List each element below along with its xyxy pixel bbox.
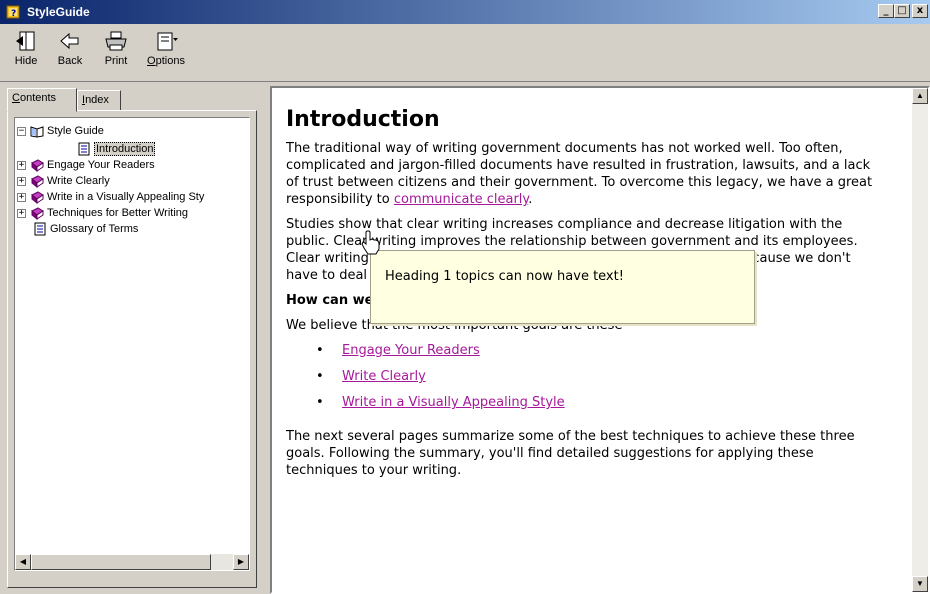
open-book-icon (30, 124, 44, 138)
scroll-left-icon[interactable]: ◀ (15, 554, 31, 570)
hide-icon (16, 31, 35, 51)
tree-item-glossary[interactable]: Glossary of Terms (33, 222, 138, 236)
expand-icon[interactable]: + (17, 208, 26, 218)
list-item: • Write Clearly (286, 368, 886, 394)
expand-icon[interactable]: + (17, 160, 26, 170)
visually-appealing-link[interactable]: Write in a Visually Appealing Style (342, 395, 565, 410)
back-arrow-icon (60, 32, 79, 50)
page-icon (33, 222, 47, 236)
closed-book-icon (30, 174, 44, 189)
options-label: ptions (155, 55, 185, 67)
popup-tooltip: Heading 1 topics can now have text! (370, 250, 755, 324)
horizontal-scrollbar[interactable]: ◀ ▶ (15, 554, 249, 570)
expand-icon[interactable]: + (17, 176, 26, 186)
paragraph-1: The traditional way of writing governmen… (286, 141, 873, 207)
back-button[interactable]: Back (48, 30, 92, 67)
vertical-scrollbar[interactable]: ▲ ▼ (912, 88, 928, 592)
window-title: StyleGuide (27, 5, 90, 19)
contents-tree: − Style Guide Introduction + Engage Your… (14, 117, 250, 571)
print-button[interactable]: Print (94, 30, 138, 67)
tree-item-visually-appealing[interactable]: + Write in a Visually Appealing Sty (17, 190, 204, 205)
tree-item-engage[interactable]: + Engage Your Readers (17, 158, 155, 173)
write-clearly-link[interactable]: Write Clearly (342, 369, 426, 384)
options-button[interactable]: Options (144, 30, 188, 67)
hide-button[interactable]: Hide (4, 30, 48, 67)
scrollbar-thumb[interactable] (31, 554, 211, 570)
app-help-icon: ? (6, 4, 22, 20)
goals-list: • Engage Your Readers • Write Clearly • Wri… (286, 342, 886, 420)
svg-text:?: ? (11, 9, 16, 19)
expand-icon[interactable]: + (17, 192, 26, 202)
navigation-pane: Contents Index − Style Guide Introductio… (3, 86, 265, 594)
minimize-button[interactable]: _ (878, 4, 894, 18)
closed-book-icon (30, 190, 44, 205)
toolbar: Hide Back Print Options (0, 24, 930, 82)
hide-label: Hide (14, 55, 38, 67)
hand-cursor-icon (361, 230, 380, 255)
scroll-right-icon[interactable]: ▶ (233, 554, 249, 570)
contents-panel: − Style Guide Introduction + Engage Your… (7, 110, 257, 588)
bullet-icon: • (316, 395, 324, 410)
bullet-icon: • (316, 369, 324, 384)
closed-book-icon (30, 206, 44, 221)
scroll-down-icon[interactable]: ▼ (912, 576, 928, 592)
title-bar: ? StyleGuide _ □ x (0, 0, 930, 24)
close-button[interactable]: x (912, 4, 928, 18)
popup-text: Heading 1 topics can now have text! (385, 269, 624, 284)
paragraph-4: The next several pages summarize some of… (286, 429, 855, 478)
back-label: Back (57, 55, 83, 67)
bullet-icon: • (316, 343, 324, 358)
tree-item-techniques[interactable]: + Techniques for Better Writing (17, 206, 188, 221)
list-item: • Write in a Visually Appealing Style (286, 394, 886, 420)
maximize-button[interactable]: □ (894, 4, 910, 18)
engage-readers-link[interactable]: Engage Your Readers (342, 343, 480, 358)
tree-item-style-guide[interactable]: − Style Guide (17, 124, 104, 138)
collapse-icon[interactable]: − (17, 126, 26, 136)
print-label: Print (104, 55, 128, 67)
tree-item-introduction[interactable]: Introduction (77, 142, 156, 156)
tab-contents[interactable]: Contents (7, 88, 77, 112)
page-title: Introduction (286, 107, 440, 132)
printer-icon (105, 31, 127, 51)
tab-index[interactable]: Index (77, 90, 121, 112)
list-item: • Engage Your Readers (286, 342, 886, 368)
closed-book-icon (30, 158, 44, 173)
options-icon (157, 32, 178, 51)
communicate-clearly-link[interactable]: communicate clearly (394, 192, 528, 207)
scroll-up-icon[interactable]: ▲ (912, 88, 928, 104)
topic-content-pane: Introduction The traditional way of writ… (270, 86, 930, 594)
page-icon (77, 142, 91, 156)
tree-item-write-clearly[interactable]: + Write Clearly (17, 174, 110, 189)
